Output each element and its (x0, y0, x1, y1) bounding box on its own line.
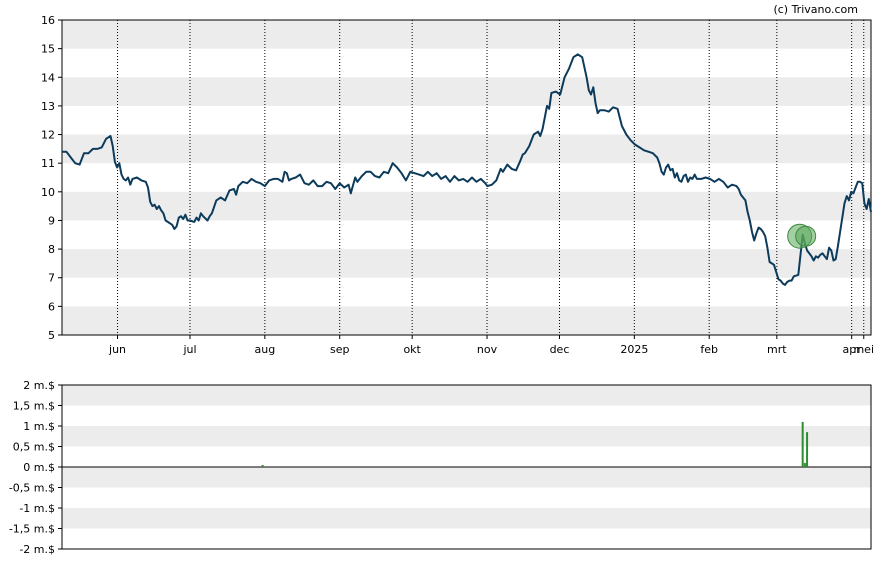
price-event-marker (787, 223, 817, 249)
x-tick-label: jul (182, 343, 196, 356)
y-tick-label: 12 (41, 129, 55, 142)
volume-y-axis-ticks: -2 m.$ -1,5 m.$ -1 m.$ -0,5 m.$ 0 m.$ 0,5 m.$… (9, 379, 62, 556)
volume-band (62, 508, 871, 529)
y-tick-label: 13 (41, 100, 55, 113)
x-tick-label: aug (255, 343, 276, 356)
x-tick-label: okt (403, 343, 421, 356)
price-chart-vertical-grid (117, 20, 865, 335)
y-tick-label: 16 (41, 14, 55, 27)
x-tick-label: feb (700, 343, 718, 356)
price-band (62, 134, 871, 164)
volume-y-tick-label: -1 m.$ (19, 502, 55, 515)
x-tick-label: jun (108, 343, 126, 356)
volume-y-tick-label: 2 m.$ (23, 379, 55, 392)
y-tick-label: 15 (41, 43, 55, 56)
volume-y-tick-label: 1,5 m.$ (13, 400, 55, 413)
y-tick-label: 7 (48, 272, 55, 285)
volume-bar (803, 462, 806, 467)
y-tick-label: 11 (41, 157, 55, 170)
volume-y-tick-label: 0 m.$ (23, 461, 55, 474)
x-tick-label: dec (550, 343, 570, 356)
x-tick-label: 2025 (620, 343, 648, 356)
volume-y-tick-label: 0,5 m.$ (13, 441, 55, 454)
price-chart-bands (62, 20, 871, 335)
price-band (62, 306, 871, 335)
price-band (62, 77, 871, 106)
volume-band (62, 467, 871, 488)
y-tick-label: 14 (41, 71, 55, 84)
volume-chart-bands (62, 385, 871, 529)
price-band (62, 249, 871, 278)
y-tick-label: 8 (48, 243, 55, 256)
credit-label: (c) Trivano.com (773, 3, 858, 16)
price-chart-frame (61, 19, 872, 336)
volume-bar (801, 421, 804, 467)
volume-y-tick-label: -0,5 m.$ (9, 482, 55, 495)
y-tick-label: 10 (41, 186, 55, 199)
x-tick-label: mrt (767, 343, 787, 356)
x-tick-label: mei (853, 343, 874, 356)
chart-canvas: 5 6 7 8 9 10 11 12 13 14 15 16 jun jul aug sep okt nov de… (9, 3, 874, 556)
volume-y-tick-label: -1,5 m.$ (9, 523, 55, 536)
volume-y-tick-label: -2 m.$ (19, 543, 55, 556)
volume-band (62, 385, 871, 406)
y-tick-label: 6 (48, 300, 55, 313)
volume-y-tick-label: 1 m.$ (23, 420, 55, 433)
marker-circle (795, 225, 817, 247)
x-tick-label: sep (330, 343, 349, 356)
volume-band (62, 426, 871, 447)
price-y-axis-ticks: 5 6 7 8 9 10 11 12 13 14 15 16 (41, 14, 62, 342)
volume-bar (806, 432, 809, 467)
x-tick-label: nov (477, 343, 498, 356)
price-x-axis-ticks: jun jul aug sep okt nov dec 2025 feb mrt aprmei (108, 335, 874, 356)
y-tick-label: 9 (48, 214, 55, 227)
price-band (62, 20, 871, 49)
y-tick-label: 5 (48, 329, 55, 342)
volume-bar (261, 464, 264, 467)
